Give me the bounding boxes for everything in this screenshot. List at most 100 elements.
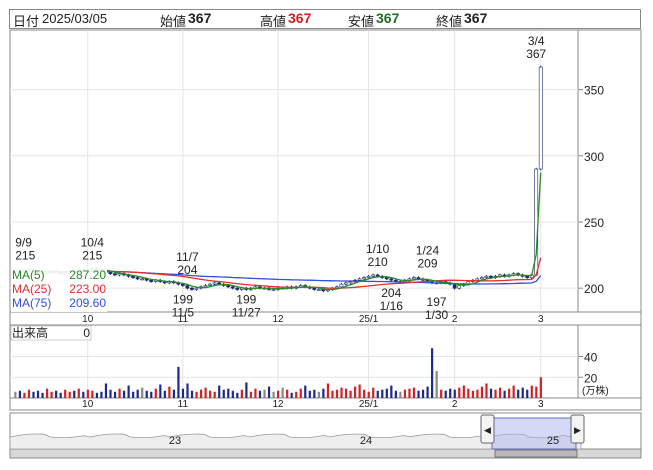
volume-bar <box>27 389 31 398</box>
volume-bar <box>471 390 474 398</box>
volume-bar <box>118 388 121 398</box>
volume-bar <box>23 392 26 398</box>
candle <box>131 275 135 278</box>
volume-bar <box>349 390 352 398</box>
price-annotation: 3/4 <box>528 34 545 48</box>
volume-bar <box>195 391 198 398</box>
volume-x-tick-label: 25/1 <box>359 399 379 410</box>
volume-bar <box>95 392 99 398</box>
volume-bar <box>426 386 429 398</box>
volume-bar <box>245 382 248 398</box>
price-tick-label: 350 <box>584 84 604 98</box>
volume-bar <box>503 390 506 398</box>
volume-bar <box>204 387 207 398</box>
volume-bar <box>163 390 166 398</box>
volume-bar <box>385 388 388 398</box>
volume-bar <box>489 388 493 398</box>
candle <box>348 281 353 284</box>
volume-bar <box>186 383 189 398</box>
candle <box>384 277 389 280</box>
price-tick-label: 200 <box>584 282 604 296</box>
volume-bar <box>508 388 511 398</box>
volume-bar <box>177 366 180 398</box>
price-annotation: 367 <box>526 47 546 61</box>
volume-bar <box>526 389 529 398</box>
volume-bar <box>218 385 221 398</box>
volume-bar <box>412 387 416 398</box>
volume-bar <box>403 389 407 398</box>
volume-bar <box>100 391 103 398</box>
volume-x-tick-label: 11 <box>178 399 189 410</box>
price-annotation: 199 <box>173 292 193 306</box>
volume-bar <box>227 388 230 398</box>
volume-bar <box>109 389 112 398</box>
candle <box>479 277 484 280</box>
volume-bar <box>73 390 76 398</box>
volume-bar <box>249 391 253 398</box>
volume-bar <box>36 390 40 398</box>
volume-bar <box>59 392 62 398</box>
price-annotation: 1/10 <box>366 242 390 256</box>
volume-bar <box>272 391 275 398</box>
scrollbar-thumb[interactable] <box>494 449 578 458</box>
candle <box>135 277 140 280</box>
volume-bar <box>421 389 425 398</box>
volume-bar <box>150 391 153 398</box>
price-annotation: 197 <box>427 295 447 309</box>
navigator-year-label: 23 <box>169 435 181 447</box>
candle <box>316 289 321 291</box>
price-tick-label: 250 <box>584 216 604 230</box>
volume-bar <box>326 383 330 398</box>
volume-bar <box>295 391 298 398</box>
candle <box>538 66 543 170</box>
volume-bar <box>367 391 370 398</box>
volume-bar <box>408 388 411 398</box>
ma-legend-value: 209.60 <box>69 296 106 310</box>
ma-legend-value: 223.00 <box>69 282 106 296</box>
volume-bar <box>159 384 162 398</box>
price-x-tick-label: 10 <box>82 314 94 325</box>
candle <box>452 283 457 289</box>
volume-x-tick-label: 2 <box>452 399 458 410</box>
volume-bar <box>449 388 452 398</box>
candle <box>230 286 235 289</box>
price-annotation: 9/9 <box>15 235 32 249</box>
volume-bar <box>136 389 139 398</box>
candle <box>235 287 240 290</box>
price-annotation: 11/5 <box>172 305 195 319</box>
candle <box>149 279 154 282</box>
price-annotation: 204 <box>177 263 197 277</box>
volume-bar <box>281 387 284 398</box>
candle <box>217 282 221 285</box>
volume-bar <box>231 390 234 398</box>
price-annotation: 1/24 <box>416 243 440 257</box>
price-annotation: 215 <box>15 248 35 262</box>
volume-bar <box>209 390 212 398</box>
volume-bar <box>172 389 176 398</box>
volume-bar <box>317 391 320 398</box>
volume-bar <box>91 390 94 398</box>
candle <box>412 277 416 280</box>
volume-bar <box>41 392 44 398</box>
candle <box>484 275 489 278</box>
volume-bar <box>322 388 325 398</box>
price-xaxis-strip <box>9 311 642 326</box>
volume-bar <box>308 390 311 398</box>
candle <box>190 287 194 290</box>
volume-bar <box>399 391 402 398</box>
price-x-tick-label: 2 <box>452 314 458 325</box>
price-annotation: 210 <box>368 255 388 269</box>
navigator-right-handle-arrow: ▶ <box>574 425 581 435</box>
volume-bar <box>435 371 438 398</box>
volume-bar <box>277 390 280 398</box>
price-annotation: 204 <box>381 286 401 300</box>
volume-bar <box>530 385 533 398</box>
volume-x-tick-label: 10 <box>82 399 94 410</box>
volume-bar <box>45 388 49 398</box>
price-annotation: 10/4 <box>81 235 105 249</box>
volume-bar <box>77 388 80 398</box>
volume-bar <box>485 383 488 398</box>
volume-bar <box>344 388 348 398</box>
volume-bar <box>82 391 85 398</box>
price-x-tick-label: 12 <box>272 314 284 325</box>
